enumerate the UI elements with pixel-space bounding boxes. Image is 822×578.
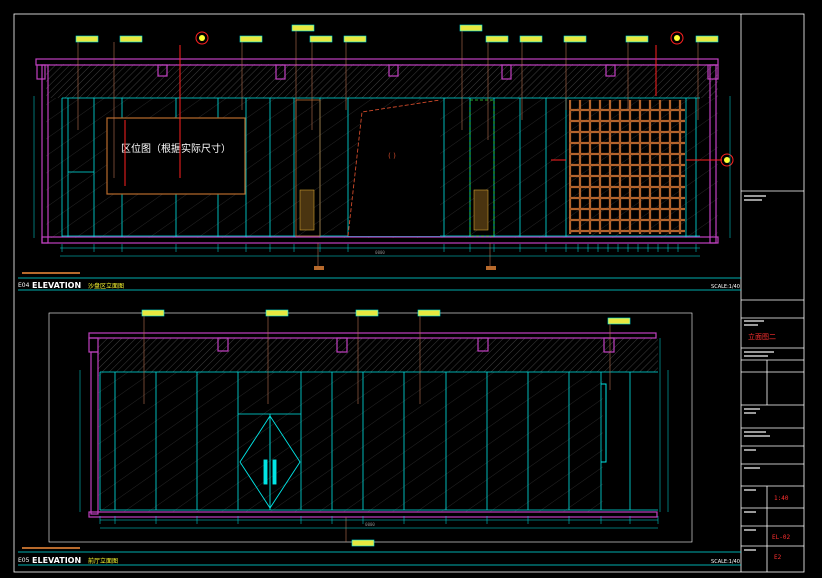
lower-wall-fill (98, 372, 603, 512)
upper-total-dimension: 0000 (375, 250, 385, 255)
location-map-label: 区位图（根据实际尺寸） (121, 142, 231, 155)
scale-value: 1:40 (774, 495, 789, 502)
sculpture-left (299, 189, 315, 231)
upper-ceiling-band (46, 64, 718, 98)
upper-elevation-scale: SCALE:1/40 (711, 284, 740, 290)
title-block-notes (744, 195, 774, 551)
door-label: ( ) (388, 152, 396, 160)
upper-elevation-title-cn: 沙盘区立面图 (88, 282, 124, 290)
sheet-code: EL-02 (772, 534, 790, 541)
lower-ceiling-band (98, 338, 658, 372)
sculpture-right (473, 189, 489, 231)
upper-elevation-title-en: ELEVATION (32, 281, 81, 290)
page-number: E2 (774, 554, 782, 561)
lower-total-dimension: 0000 (365, 522, 375, 527)
lower-elevation: 0000 E05 ELEVATION 前厅立面图 SCALE:1/40 (18, 309, 741, 566)
upper-elevation-code: E04 (18, 282, 30, 289)
lower-elevation-title-cn: 前厅立面图 (88, 557, 118, 565)
brick-feature-wall (569, 100, 685, 234)
drawing-name: 立面图二 (748, 332, 776, 341)
lower-elevation-code: E05 (18, 557, 30, 564)
lower-elevation-scale: SCALE:1/40 (711, 559, 740, 565)
upper-elevation: 区位图（根据实际尺寸） ( ) 0000 E04 ELEVATION 沙盘区立面… (18, 24, 741, 291)
cad-drawing: 立面图二 1:40 EL-02 E2 区位图（根据实际尺寸） () 0000 … (13, 13, 805, 573)
location-map-panel (106, 117, 246, 195)
lower-elevation-title-en: ELEVATION (32, 556, 81, 565)
angled-door (348, 100, 440, 236)
